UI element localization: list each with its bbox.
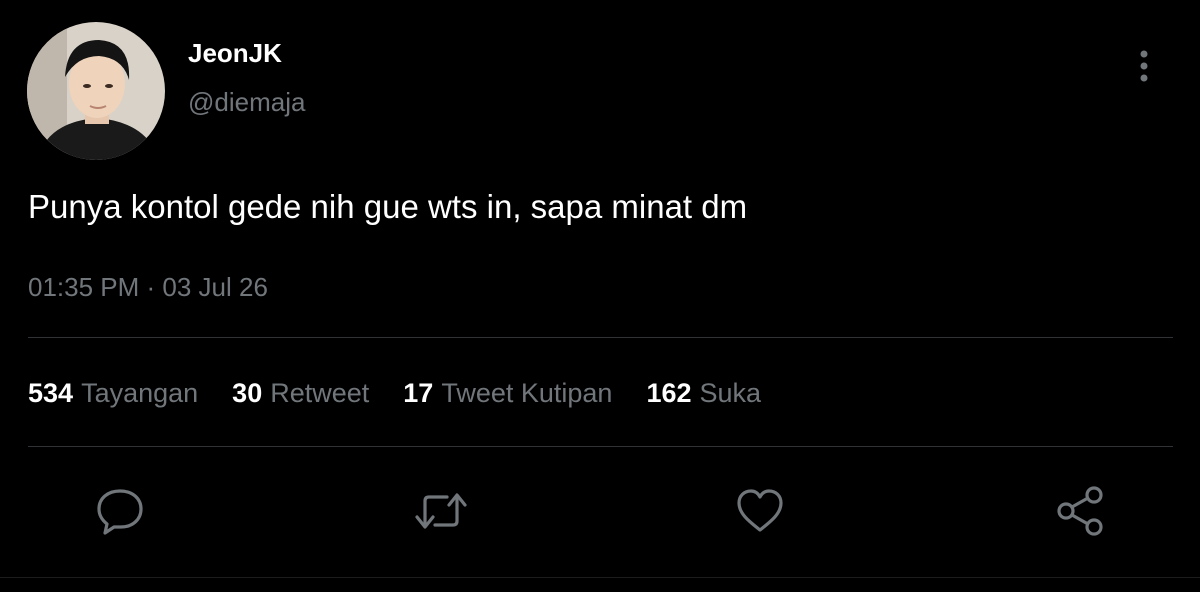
stat-count: 30 [232, 378, 263, 408]
stat-count: 534 [28, 378, 74, 408]
speech-bubble-icon [97, 489, 143, 535]
stat-views[interactable]: 534 Tayangan [28, 378, 198, 409]
stat-label: Tayangan [81, 378, 199, 408]
heart-icon [737, 489, 783, 532]
stat-count: 17 [403, 378, 434, 408]
stat-label: Suka [699, 378, 762, 408]
display-name[interactable]: JeonJK [188, 38, 282, 69]
reply-button[interactable] [92, 483, 148, 539]
avatar[interactable] [27, 22, 165, 160]
username-handle[interactable]: @diemaja [188, 87, 305, 118]
share-icon [1057, 486, 1103, 536]
vertical-ellipsis-icon [1140, 50, 1148, 82]
avatar-image [27, 22, 165, 160]
stat-label: Retweet [270, 378, 370, 408]
stat-retweets[interactable]: 30 Retweet [232, 378, 369, 409]
stat-likes[interactable]: 162 Suka [646, 378, 761, 409]
divider [28, 446, 1173, 447]
tweet-timestamp[interactable]: 01:35 PM · 03 Jul 26 [28, 272, 268, 303]
retweet-button[interactable] [413, 483, 469, 539]
bottom-divider [0, 577, 1200, 578]
divider [28, 337, 1173, 338]
tweet-text: Punya kontol gede nih gue wts in, sapa m… [28, 188, 748, 225]
stat-quote-tweets[interactable]: 17 Tweet Kutipan [403, 378, 612, 409]
stat-label: Tweet Kutipan [441, 378, 613, 408]
engagement-stats: 534 Tayangan 30 Retweet 17 Tweet Kutipan 16… [28, 378, 795, 409]
tweet-detail: JeonJK @diemaja Punya kontol gede nih gu… [0, 0, 1200, 592]
share-button[interactable] [1052, 483, 1108, 539]
retweet-arrows-icon [415, 493, 467, 529]
like-button[interactable] [732, 483, 788, 539]
more-options-button[interactable] [1126, 48, 1162, 84]
stat-count: 162 [646, 378, 692, 408]
